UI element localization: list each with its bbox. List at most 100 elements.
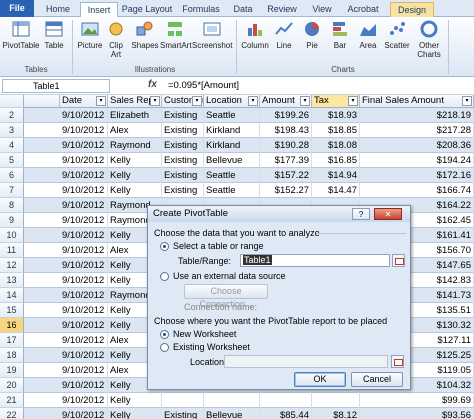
external-source-radio[interactable] bbox=[160, 272, 169, 281]
formula-input[interactable]: =0.095*[Amount] bbox=[168, 80, 239, 91]
table-cell[interactable] bbox=[260, 393, 312, 408]
table-cell[interactable]: Kelly bbox=[108, 408, 162, 419]
table-cell[interactable]: Alex bbox=[108, 123, 162, 138]
new-worksheet-radio[interactable] bbox=[160, 330, 169, 339]
table-cell[interactable]: $18.08 bbox=[312, 138, 360, 153]
filter-dropdown-icon[interactable]: ▾ bbox=[96, 96, 106, 106]
ok-button[interactable]: OK bbox=[294, 372, 346, 387]
table-cell[interactable]: 9/10/2012 bbox=[60, 363, 108, 378]
table-cell[interactable]: Existing bbox=[162, 408, 204, 419]
tab-data[interactable]: Data bbox=[228, 2, 258, 17]
tab-home[interactable]: Home bbox=[38, 2, 78, 17]
table-cell[interactable]: Existing bbox=[162, 153, 204, 168]
table-cell[interactable]: Kelly bbox=[108, 168, 162, 183]
table-cell[interactable] bbox=[312, 393, 360, 408]
final-sales-column-header[interactable]: Final Sales Amount ▾ bbox=[360, 95, 474, 108]
table-cell[interactable] bbox=[162, 393, 204, 408]
table-cell[interactable]: $16.85 bbox=[312, 153, 360, 168]
table-cell[interactable] bbox=[204, 393, 260, 408]
line-chart-button[interactable]: Line bbox=[272, 19, 296, 50]
filter-dropdown-icon[interactable]: ▾ bbox=[300, 96, 310, 106]
table-range-input[interactable]: Table1 bbox=[240, 254, 390, 267]
location-input[interactable] bbox=[224, 355, 388, 368]
help-button[interactable]: ? bbox=[352, 208, 370, 220]
row-number[interactable]: 17 bbox=[0, 333, 24, 348]
table-cell[interactable]: Bellevue bbox=[204, 153, 260, 168]
tab-view[interactable]: View bbox=[306, 2, 338, 17]
picture-button[interactable]: Picture bbox=[76, 19, 104, 50]
column-chart-button[interactable]: Column bbox=[240, 19, 270, 50]
filter-dropdown-icon[interactable]: ▾ bbox=[150, 96, 160, 106]
table-cell[interactable]: $157.22 bbox=[260, 168, 312, 183]
scatter-chart-button[interactable]: Scatter bbox=[382, 19, 412, 50]
row-number[interactable]: 16 bbox=[0, 318, 24, 333]
table-cell[interactable]: $18.85 bbox=[312, 123, 360, 138]
row-number[interactable]: 21 bbox=[0, 393, 24, 408]
name-box[interactable]: Table1 bbox=[2, 79, 110, 93]
close-button[interactable]: ✕ bbox=[374, 208, 402, 220]
table-cell[interactable]: $218.19 bbox=[360, 108, 474, 123]
other-charts-button[interactable]: Other Charts bbox=[414, 19, 444, 59]
tab-design[interactable]: Design bbox=[390, 2, 434, 17]
row-number[interactable]: 12 bbox=[0, 258, 24, 273]
table-cell[interactable]: $199.26 bbox=[260, 108, 312, 123]
table-cell[interactable]: 9/10/2012 bbox=[60, 273, 108, 288]
table-cell[interactable]: Bellevue bbox=[204, 408, 260, 419]
table-cell[interactable]: 9/10/2012 bbox=[60, 303, 108, 318]
location-column-header[interactable]: Location ▾ bbox=[204, 95, 260, 108]
row-number[interactable]: 10 bbox=[0, 228, 24, 243]
table-cell[interactable]: Existing bbox=[162, 123, 204, 138]
table-cell[interactable]: Seattle bbox=[204, 183, 260, 198]
table-cell[interactable]: $18.93 bbox=[312, 108, 360, 123]
table-cell[interactable]: 9/10/2012 bbox=[60, 123, 108, 138]
tab-formulas[interactable]: Formulas bbox=[178, 2, 224, 17]
tab-file[interactable]: File bbox=[0, 0, 34, 17]
pivottable-button[interactable]: PivotTable bbox=[2, 19, 40, 50]
row-number[interactable]: 13 bbox=[0, 273, 24, 288]
shapes-button[interactable]: Shapes bbox=[130, 19, 160, 50]
table-cell[interactable]: Elizabeth bbox=[108, 108, 162, 123]
select-all-corner[interactable] bbox=[0, 95, 24, 108]
table-cell[interactable]: 9/10/2012 bbox=[60, 183, 108, 198]
table-cell[interactable]: Seattle bbox=[204, 108, 260, 123]
table-cell[interactable]: $99.69 bbox=[360, 393, 474, 408]
column-a-header[interactable] bbox=[24, 95, 60, 108]
tab-page-layout[interactable]: Page Layout bbox=[120, 2, 174, 17]
table-cell[interactable]: Existing bbox=[162, 183, 204, 198]
table-cell[interactable]: Existing bbox=[162, 168, 204, 183]
table-button[interactable]: Table bbox=[42, 19, 66, 50]
row-number[interactable]: 20 bbox=[0, 378, 24, 393]
table-cell[interactable]: 9/10/2012 bbox=[60, 243, 108, 258]
screenshot-button[interactable]: Screenshot bbox=[192, 19, 232, 50]
row-number[interactable]: 9 bbox=[0, 213, 24, 228]
table-cell[interactable]: $152.27 bbox=[260, 183, 312, 198]
filter-dropdown-icon[interactable]: ▾ bbox=[462, 96, 472, 106]
pie-chart-button[interactable]: Pie bbox=[300, 19, 324, 50]
row-number[interactable]: 7 bbox=[0, 183, 24, 198]
table-cell[interactable]: $14.94 bbox=[312, 168, 360, 183]
table-cell[interactable]: 9/10/2012 bbox=[60, 228, 108, 243]
table-cell[interactable]: 9/10/2012 bbox=[60, 318, 108, 333]
tax-column-header[interactable]: Tax ▾ bbox=[312, 95, 360, 108]
row-number[interactable]: 6 bbox=[0, 168, 24, 183]
table-cell[interactable]: Kelly bbox=[108, 183, 162, 198]
table-cell[interactable]: 9/10/2012 bbox=[60, 393, 108, 408]
table-cell[interactable]: 9/10/2012 bbox=[60, 198, 108, 213]
existing-worksheet-radio[interactable] bbox=[160, 343, 169, 352]
filter-dropdown-icon[interactable]: ▾ bbox=[192, 96, 202, 106]
table-cell[interactable]: Kirkland bbox=[204, 138, 260, 153]
choose-connection-button[interactable]: Choose Connection... bbox=[184, 284, 268, 309]
sales-rep-column-header[interactable]: Sales Rep ▾ bbox=[108, 95, 162, 108]
row-number[interactable]: 3 bbox=[0, 123, 24, 138]
table-cell[interactable]: Kelly bbox=[108, 153, 162, 168]
table-cell[interactable]: Seattle bbox=[204, 168, 260, 183]
table-cell[interactable]: 9/10/2012 bbox=[60, 348, 108, 363]
row-number[interactable]: 15 bbox=[0, 303, 24, 318]
table-cell[interactable]: $8.12 bbox=[312, 408, 360, 419]
filter-dropdown-icon[interactable]: ▾ bbox=[248, 96, 258, 106]
table-cell[interactable]: $217.28 bbox=[360, 123, 474, 138]
area-chart-button[interactable]: Area bbox=[356, 19, 380, 50]
amount-column-header[interactable]: Amount ▾ bbox=[260, 95, 312, 108]
table-cell[interactable]: $198.43 bbox=[260, 123, 312, 138]
table-cell[interactable]: $172.16 bbox=[360, 168, 474, 183]
